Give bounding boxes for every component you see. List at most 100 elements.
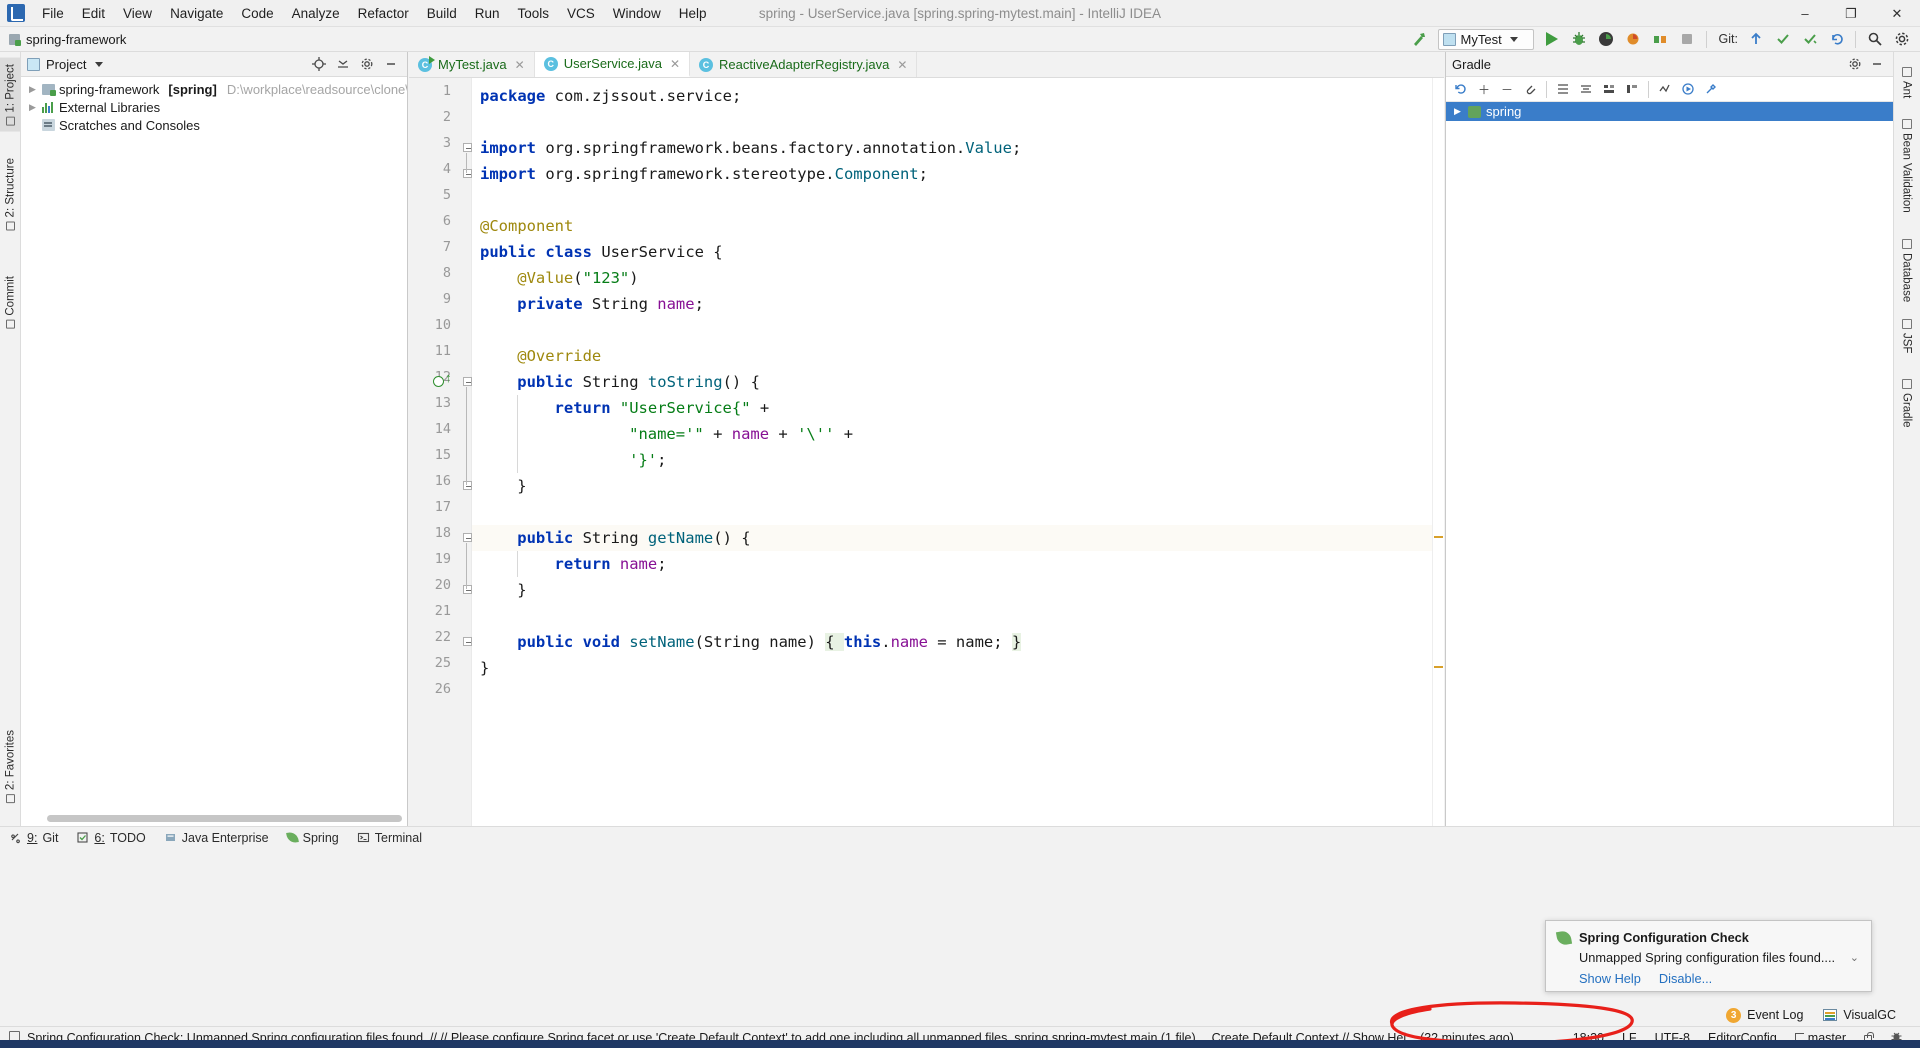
sidebar-item-project[interactable]: 1: Project <box>0 58 21 132</box>
add-icon[interactable]: ＋ <box>1473 79 1495 99</box>
fold-collapse-icon[interactable] <box>463 533 472 542</box>
refresh-icon[interactable] <box>1450 79 1472 99</box>
close-tab-icon[interactable]: ✕ <box>897 58 907 72</box>
menu-edit[interactable]: Edit <box>73 2 114 25</box>
tab-reactiveadapterregistry-java[interactable]: C ReactiveAdapterRegistry.java ✕ <box>690 52 918 77</box>
build-icon[interactable] <box>1407 28 1432 50</box>
close-tab-icon[interactable]: ✕ <box>515 58 525 72</box>
fold-end-icon[interactable] <box>463 585 472 594</box>
code-line[interactable]: public void setName(String name) { this.… <box>517 629 1022 655</box>
remove-icon[interactable]: － <box>1496 79 1518 99</box>
menu-view[interactable]: View <box>114 2 161 25</box>
hide-panel-icon[interactable] <box>1867 54 1887 74</box>
gear-icon[interactable] <box>1845 54 1865 74</box>
override-gutter-icon[interactable] <box>433 376 445 388</box>
code-line[interactable]: private String name; <box>517 291 704 317</box>
menu-file[interactable]: File <box>33 2 73 25</box>
execute-task-icon[interactable] <box>1677 79 1699 99</box>
bottom-item-git[interactable]: 9: Git <box>0 827 67 849</box>
code-line[interactable]: @Component <box>480 213 573 239</box>
bottom-item-terminal[interactable]: Terminal <box>348 827 431 849</box>
settings-icon[interactable] <box>1889 28 1914 50</box>
group-tasks-icon[interactable] <box>1598 79 1620 99</box>
code-line[interactable]: public String toString() { <box>517 369 760 395</box>
tasks-icon[interactable] <box>1621 79 1643 99</box>
notification-balloon[interactable]: Spring Configuration Check Unmapped Spri… <box>1545 920 1872 992</box>
sidebar-item-gradle[interactable]: Gradle <box>1893 372 1920 435</box>
code-line[interactable]: } <box>517 473 526 499</box>
attach-icon[interactable] <box>1519 79 1541 99</box>
code-line[interactable]: import org.springframework.beans.factory… <box>480 135 1021 161</box>
maximize-button[interactable]: ❐ <box>1828 0 1874 27</box>
tree-node-external-libraries[interactable]: ▶ External Libraries <box>21 98 407 116</box>
code-line[interactable]: public String getName() { <box>517 525 750 551</box>
bottom-item-java-enterprise[interactable]: Java Enterprise <box>155 827 278 849</box>
override-arrow-icon[interactable]: ↑ <box>445 370 452 385</box>
fold-collapse-icon[interactable] <box>463 143 472 152</box>
menu-code[interactable]: Code <box>232 2 282 25</box>
code-line[interactable]: "name='" + name + '\'' + <box>629 421 853 447</box>
close-tab-icon[interactable]: ✕ <box>670 57 680 71</box>
run-with-coverage-icon[interactable] <box>1594 28 1619 50</box>
code-line[interactable]: import org.springframework.stereotype.Co… <box>480 161 928 187</box>
menu-tools[interactable]: Tools <box>509 2 559 25</box>
stripe-marker[interactable] <box>1434 536 1443 538</box>
run-icon[interactable] <box>1540 28 1565 50</box>
fold-end-icon[interactable] <box>463 481 472 490</box>
code-line[interactable]: } <box>517 577 526 603</box>
stripe-marker[interactable] <box>1434 666 1443 668</box>
tab-mytest-java[interactable]: C MyTest.java ✕ <box>409 52 535 77</box>
visualgc-button[interactable]: VisualGC <box>1813 1004 1906 1026</box>
menu-vcs[interactable]: VCS <box>558 2 604 25</box>
gear-icon[interactable] <box>357 54 377 74</box>
rollback-icon[interactable] <box>1824 28 1849 50</box>
code-line[interactable]: } <box>480 655 489 681</box>
breadcrumb[interactable]: spring-framework <box>26 32 126 47</box>
locate-icon[interactable] <box>309 54 329 74</box>
chevron-right-icon[interactable]: ▶ <box>1452 106 1463 117</box>
code-text[interactable]: package com.zjssout.service; import org.s… <box>472 78 1444 826</box>
event-log-button[interactable]: 3 Event Log <box>1716 1004 1813 1026</box>
menu-navigate[interactable]: Navigate <box>161 2 232 25</box>
bottom-item-spring[interactable]: Spring <box>278 827 348 849</box>
chevron-down-icon[interactable]: ⌄ <box>1850 951 1859 964</box>
tab-userservice-java[interactable]: C UserService.java ✕ <box>534 52 691 77</box>
search-everywhere-icon[interactable] <box>1862 28 1887 50</box>
error-stripe-markers[interactable] <box>1432 78 1444 826</box>
update-project-icon[interactable] <box>1743 28 1768 50</box>
code-line[interactable]: return name; <box>555 551 667 577</box>
push-icon[interactable] <box>1797 28 1822 50</box>
attach-icon[interactable] <box>1648 28 1673 50</box>
debug-icon[interactable] <box>1567 28 1592 50</box>
commit-icon[interactable] <box>1770 28 1795 50</box>
code-editor[interactable]: 1 2 3 4 5 6 7 8 9 10 11 12 ↑ 13 14 15 16 17 18 19 20 21 22 25 26… <box>409 78 1444 826</box>
bottom-item-todo[interactable]: 6: TODO <box>67 827 154 849</box>
show-help-link[interactable]: Show Help <box>1579 971 1641 986</box>
sidebar-item-database[interactable]: Database <box>1893 232 1920 309</box>
sidebar-item-favorites[interactable]: 2: Favorites <box>0 724 21 809</box>
project-horizontal-scrollbar[interactable] <box>47 814 423 823</box>
expand-all-icon[interactable] <box>1552 79 1574 99</box>
hide-panel-icon[interactable] <box>381 54 401 74</box>
code-line[interactable]: package com.zjssout.service; <box>480 83 741 109</box>
editor-gutter[interactable]: 1 2 3 4 5 6 7 8 9 10 11 12 ↑ 13 14 15 16 17 18 19 20 21 22 25 26 <box>409 78 472 826</box>
code-line[interactable]: '}'; <box>629 447 666 473</box>
menu-window[interactable]: Window <box>604 2 670 25</box>
menu-build[interactable]: Build <box>418 2 466 25</box>
run-configuration-selector[interactable]: MyTest <box>1437 28 1534 50</box>
profiler-icon[interactable] <box>1621 28 1646 50</box>
disable-link[interactable]: Disable... <box>1659 971 1712 986</box>
menu-run[interactable]: Run <box>466 2 509 25</box>
sidebar-item-structure[interactable]: 2: Structure <box>0 152 21 236</box>
sidebar-item-commit[interactable]: Commit <box>0 270 21 335</box>
fold-end-icon[interactable] <box>463 169 472 178</box>
collapse-all-icon[interactable] <box>1575 79 1597 99</box>
chevron-right-icon[interactable]: ▶ <box>27 102 38 113</box>
tree-node-spring-framework[interactable]: ▶ spring-framework [spring] D:\workplace… <box>21 80 407 98</box>
close-button[interactable]: ✕ <box>1874 0 1920 27</box>
fold-collapse-icon[interactable] <box>463 377 472 386</box>
scrollbar-thumb[interactable] <box>47 815 402 822</box>
build-tool-settings-icon[interactable] <box>1700 79 1722 99</box>
menu-help[interactable]: Help <box>670 2 716 25</box>
chevron-down-icon[interactable] <box>95 61 104 67</box>
